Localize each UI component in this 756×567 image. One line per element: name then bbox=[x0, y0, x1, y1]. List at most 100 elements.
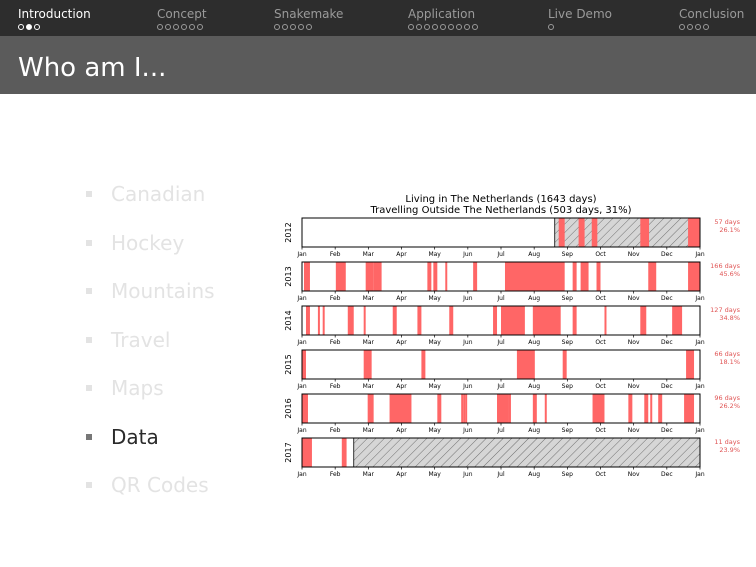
travel-bar bbox=[465, 394, 468, 423]
nav-frame-dot[interactable] bbox=[448, 24, 454, 30]
travel-bar bbox=[433, 262, 438, 291]
month-tick-label: Feb bbox=[330, 427, 341, 434]
month-tick-label: Jun bbox=[462, 383, 473, 390]
travel-bar bbox=[389, 394, 412, 423]
nav-frame-dot[interactable] bbox=[456, 24, 462, 30]
travel-bar bbox=[305, 306, 310, 335]
month-tick-label: Aug bbox=[528, 339, 540, 346]
year-travel-percent: 45.6% bbox=[719, 270, 740, 278]
nav-section-introduction[interactable]: Introduction bbox=[18, 7, 91, 31]
nav-section-title[interactable]: Application bbox=[408, 7, 478, 21]
nav-section-title[interactable]: Introduction bbox=[18, 7, 91, 21]
nav-frame-dot[interactable] bbox=[306, 24, 312, 30]
bullet-marker bbox=[86, 482, 92, 489]
nav-frame-dot[interactable] bbox=[548, 24, 554, 30]
month-tick-label: Oct bbox=[595, 339, 606, 346]
nav-section-conclusion[interactable]: Conclusion bbox=[679, 7, 744, 31]
month-tick-label: Jan bbox=[694, 427, 704, 434]
month-tick-label: Jan bbox=[296, 295, 306, 302]
nav-frame-dot[interactable] bbox=[440, 24, 446, 30]
nav-frame-dots bbox=[408, 23, 478, 31]
travel-bar bbox=[445, 262, 448, 291]
nav-section-concept[interactable]: Concept bbox=[157, 7, 207, 31]
nav-section-title[interactable]: Live Demo bbox=[548, 7, 612, 21]
frame-title-bar: Who am I... bbox=[0, 36, 756, 94]
travel-bar bbox=[421, 350, 426, 379]
nav-frame-dot[interactable] bbox=[416, 24, 422, 30]
nav-section-application[interactable]: Application bbox=[408, 7, 478, 31]
travel-bar bbox=[650, 394, 653, 423]
travel-bar bbox=[317, 306, 320, 335]
nav-frame-dot[interactable] bbox=[18, 24, 24, 30]
year-travel-percent: 34.8% bbox=[719, 314, 740, 322]
month-tick-label: Jul bbox=[496, 339, 505, 346]
year-travel-days: 11 days bbox=[714, 438, 740, 446]
nav-section-title[interactable]: Concept bbox=[157, 7, 207, 21]
nav-frame-dot[interactable] bbox=[290, 24, 296, 30]
travel-bar bbox=[516, 350, 535, 379]
month-tick-label: Apr bbox=[396, 251, 407, 258]
month-tick-label: May bbox=[428, 339, 441, 346]
year-axis-frame bbox=[301, 261, 701, 292]
nav-frame-dot[interactable] bbox=[165, 24, 171, 30]
year-label: 2014 bbox=[284, 310, 293, 330]
nav-frame-dot[interactable] bbox=[408, 24, 414, 30]
month-tick-label: Dec bbox=[661, 339, 673, 346]
month-tick-label: Dec bbox=[661, 383, 673, 390]
bullet-marker bbox=[86, 239, 92, 246]
nav-frame-dot[interactable] bbox=[679, 24, 685, 30]
nav-frame-dot[interactable] bbox=[34, 24, 40, 30]
nav-frame-dot[interactable] bbox=[424, 24, 430, 30]
travel-bar bbox=[373, 262, 382, 291]
year-row-2014: Jan Feb Mar Apr May Jun Jul Aug Sep Oct Nov Dec Jan 2… bbox=[284, 305, 741, 346]
month-tick-label: Apr bbox=[396, 427, 407, 434]
month-tick-label: May bbox=[428, 251, 441, 258]
nav-frame-dot[interactable] bbox=[181, 24, 187, 30]
month-tick-label: Jan bbox=[694, 339, 704, 346]
month-tick-label: May bbox=[428, 383, 441, 390]
nav-frame-dot[interactable] bbox=[274, 24, 280, 30]
nav-frame-dot[interactable] bbox=[157, 24, 163, 30]
month-tick-label: Jul bbox=[496, 471, 505, 478]
travel-bar bbox=[427, 262, 432, 291]
travel-bar bbox=[508, 394, 511, 423]
year-row-2013: Jan Feb Mar Apr May Jun Jul Aug Sep Oct Nov Dec Jan 2… bbox=[284, 261, 741, 302]
nav-frame-dot[interactable] bbox=[432, 24, 438, 30]
nav-frame-dot[interactable] bbox=[687, 24, 693, 30]
month-tick-label: Feb bbox=[330, 383, 341, 390]
travel-bar bbox=[461, 394, 464, 423]
travel-bar bbox=[493, 306, 498, 335]
travel-bar bbox=[341, 438, 347, 467]
nav-frame-dot[interactable] bbox=[703, 24, 709, 30]
nav-frame-dot[interactable] bbox=[472, 24, 478, 30]
month-tick-label: Oct bbox=[595, 295, 606, 302]
month-tick-label: Sep bbox=[562, 339, 574, 346]
nav-frame-dot[interactable] bbox=[464, 24, 470, 30]
nav-frame-dot[interactable] bbox=[26, 24, 32, 30]
month-tick-label: Aug bbox=[528, 295, 540, 302]
travel-bar bbox=[363, 306, 366, 335]
month-tick-label: Dec bbox=[661, 251, 673, 258]
month-tick-label: Feb bbox=[330, 251, 341, 258]
bullet-marker bbox=[86, 385, 92, 392]
nav-frame-dots bbox=[679, 23, 744, 31]
nav-section-title[interactable]: Conclusion bbox=[679, 7, 744, 21]
nav-frame-dot[interactable] bbox=[189, 24, 195, 30]
nav-frame-dot[interactable] bbox=[298, 24, 304, 30]
month-tick-label: Feb bbox=[330, 339, 341, 346]
nav-section-live-demo[interactable]: Live Demo bbox=[548, 7, 612, 31]
nav-section-title[interactable]: Snakemake bbox=[274, 7, 343, 21]
nav-frame-dot[interactable] bbox=[173, 24, 179, 30]
nav-frame-dot[interactable] bbox=[197, 24, 203, 30]
nav-section-snakemake[interactable]: Snakemake bbox=[274, 7, 343, 31]
bullet-marker bbox=[86, 191, 92, 198]
travel-bar bbox=[322, 306, 325, 335]
year-travel-percent: 18.1% bbox=[719, 358, 740, 366]
nav-frame-dot[interactable] bbox=[695, 24, 701, 30]
chart-subtitle: Travelling Outside The Netherlands (503 … bbox=[369, 205, 631, 216]
nav-frame-dot[interactable] bbox=[282, 24, 288, 30]
year-travel-days: 66 days bbox=[714, 350, 740, 358]
travel-bar bbox=[463, 394, 466, 423]
nav-frame-dots bbox=[548, 23, 612, 31]
month-tick-label: Dec bbox=[661, 295, 673, 302]
